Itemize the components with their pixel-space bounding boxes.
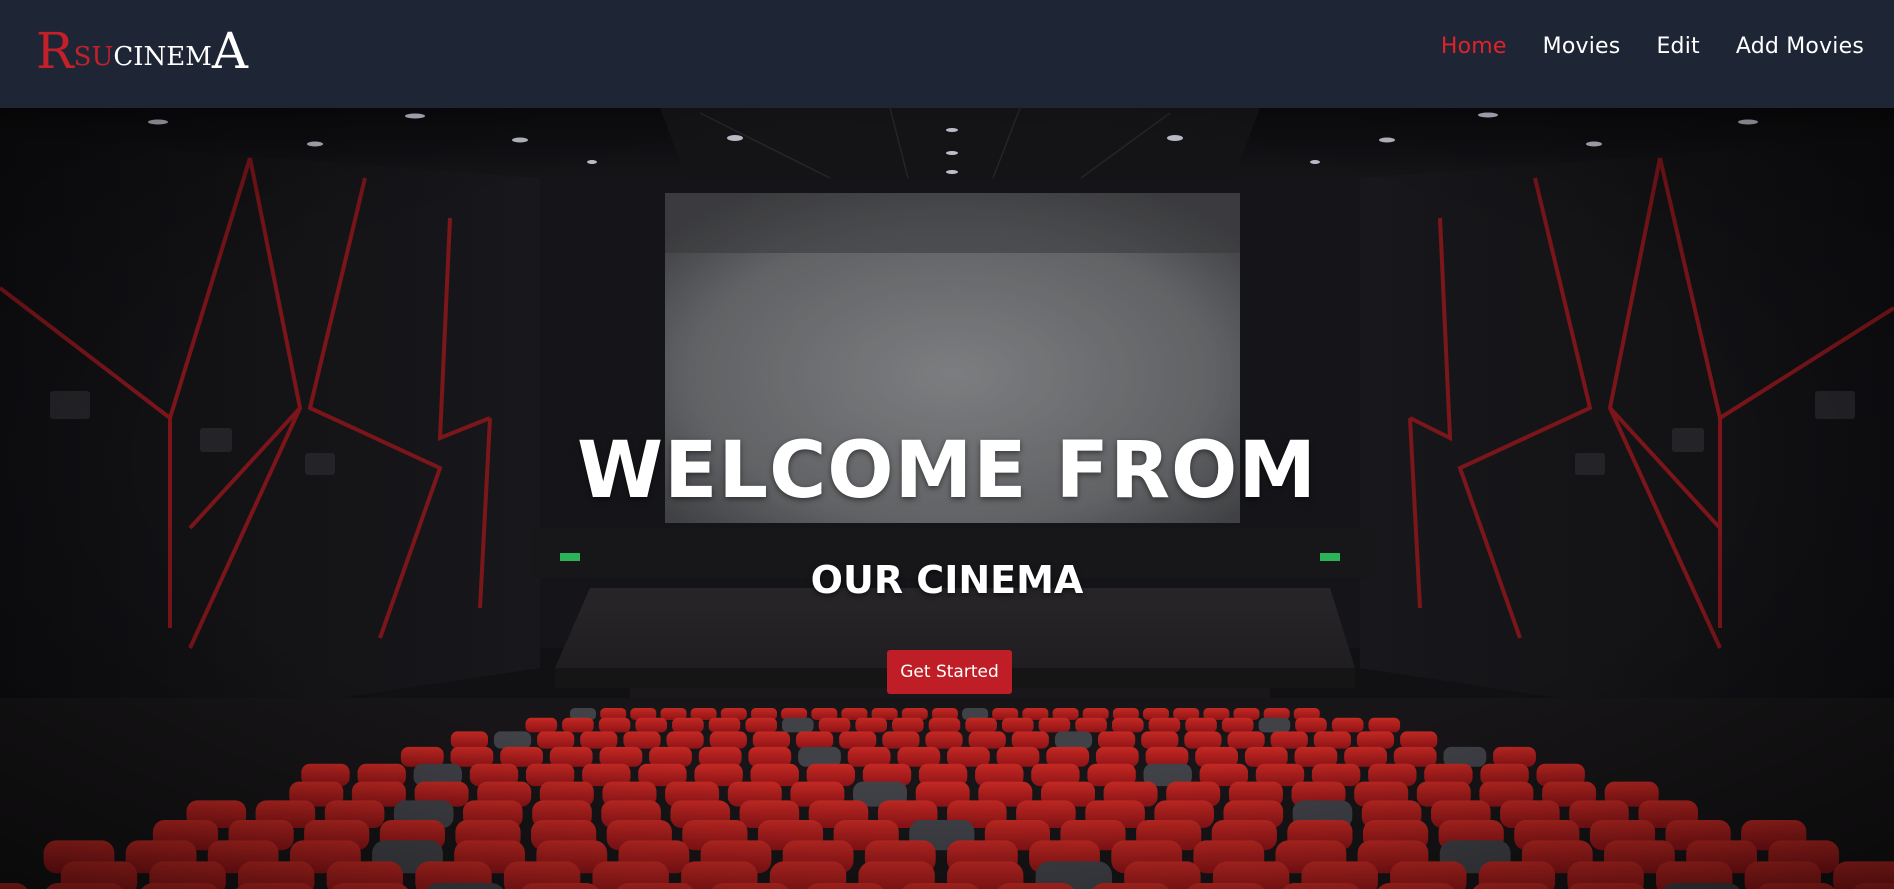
main-nav: Home Movies Edit Add Movies — [1441, 28, 1864, 64]
logo-su: SU — [73, 42, 114, 72]
nav-link-movies[interactable]: Movies — [1543, 34, 1621, 59]
logo-letter-a: A — [211, 22, 249, 80]
nav-link-add-movies[interactable]: Add Movies — [1736, 34, 1864, 59]
logo-letter-r: R — [36, 22, 74, 80]
hero-subtitle: OUR CINEMA — [810, 558, 1084, 602]
hero-section: WELCOME FROM OUR CINEMA Get Started — [0, 108, 1894, 889]
nav-link-edit[interactable]: Edit — [1656, 34, 1699, 59]
get-started-button[interactable]: Get Started — [887, 650, 1012, 694]
logo-cinem: CINEM — [113, 42, 212, 72]
navbar: R SU CINEM A Home Movies Edit Add Movies — [0, 0, 1894, 108]
hero-title: WELCOME FROM — [577, 426, 1317, 516]
brand-logo[interactable]: R SU CINEM A — [36, 20, 248, 76]
nav-link-home[interactable]: Home — [1441, 34, 1507, 59]
